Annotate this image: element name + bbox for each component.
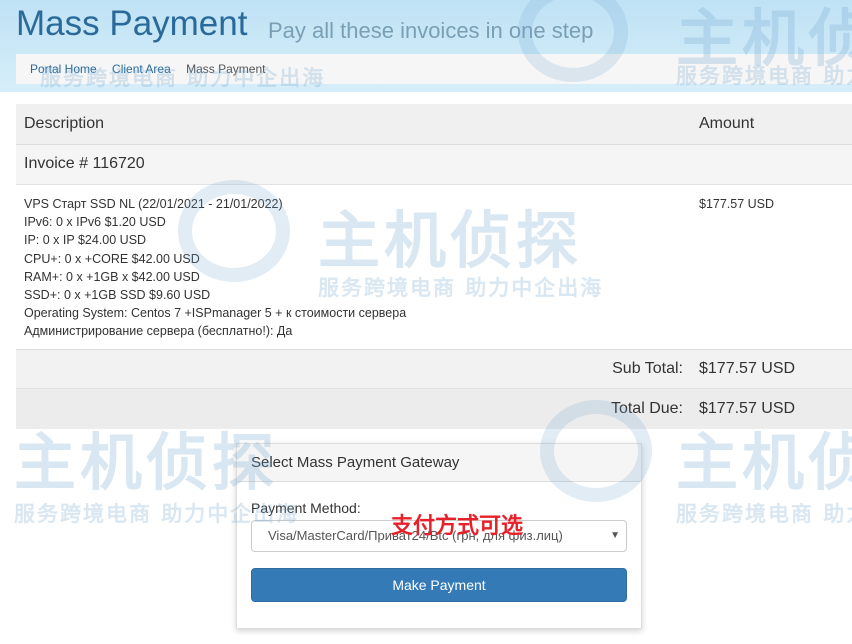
subtotal-value: $177.57 USD	[691, 349, 852, 389]
total-row: Total Due: $177.57 USD	[16, 388, 852, 429]
invoice-number-row: Invoice # 116720	[16, 144, 852, 185]
watermark-slogan: 服务跨境电商 助力中企出海	[676, 502, 852, 526]
invoice-table: Description Amount Invoice # 116720 VPS …	[16, 104, 852, 429]
page-header: Mass Payment Pay all these invoices in o…	[0, 0, 852, 92]
gateway-panel-title: Select Mass Payment Gateway	[237, 444, 641, 482]
item-line: RAM+: 0 x +1GB x $42.00 USD	[24, 269, 200, 284]
item-line: IPv6: 0 x IPv6 $1.20 USD	[24, 215, 166, 230]
breadcrumb-portal-home[interactable]: Portal Home	[30, 62, 97, 76]
table-header-row: Description Amount	[16, 104, 852, 145]
item-line: CPU+: 0 x +CORE $42.00 USD	[24, 251, 200, 266]
subtotal-row: Sub Total: $177.57 USD	[16, 349, 852, 389]
page-subtitle: Pay all these invoices in one step	[268, 18, 594, 43]
breadcrumb: Portal Home Client Area Mass Payment	[16, 54, 852, 84]
invoice-items-row: VPS Старт SSD NL (22/01/2021 - 21/01/202…	[16, 184, 852, 350]
breadcrumb-separator	[103, 62, 106, 76]
subtotal-label: Sub Total:	[16, 349, 691, 389]
column-amount: Amount	[691, 104, 852, 145]
item-line: IP: 0 x IP $24.00 USD	[24, 233, 147, 248]
annotation-label: 支付方式可选	[391, 514, 524, 539]
item-line: VPS Старт SSD NL (22/01/2021 - 21/01/202…	[24, 197, 283, 211]
page-title: Mass Payment	[16, 4, 248, 43]
item-line: Администрирование сервера (бесплатно!): …	[24, 324, 293, 339]
breadcrumb-mass-payment: Mass Payment	[186, 62, 266, 76]
item-line: Operating System: Centos 7 +ISPmanager 5…	[24, 306, 407, 321]
payment-method-label: Payment Method:	[251, 500, 361, 516]
total-value: $177.57 USD	[699, 399, 796, 417]
payment-gateway-panel: Select Mass Payment Gateway Payment Meth…	[236, 443, 642, 629]
column-description: Description	[16, 104, 691, 145]
breadcrumb-separator	[177, 62, 180, 76]
make-payment-button[interactable]: Make Payment	[251, 568, 627, 602]
total-label: Total Due:	[610, 399, 683, 417]
caret-down-icon: ▼	[610, 530, 620, 541]
invoice-number: Invoice # 116720	[16, 144, 852, 185]
invoice-item-description: VPS Старт SSD NL (22/01/2021 - 21/01/202…	[16, 184, 691, 350]
invoice-item-amount: $177.57 USD	[691, 184, 852, 350]
breadcrumb-client-area[interactable]: Client Area	[112, 62, 171, 76]
item-line: SSD+: 0 x +1GB SSD $9.60 USD	[24, 288, 211, 303]
